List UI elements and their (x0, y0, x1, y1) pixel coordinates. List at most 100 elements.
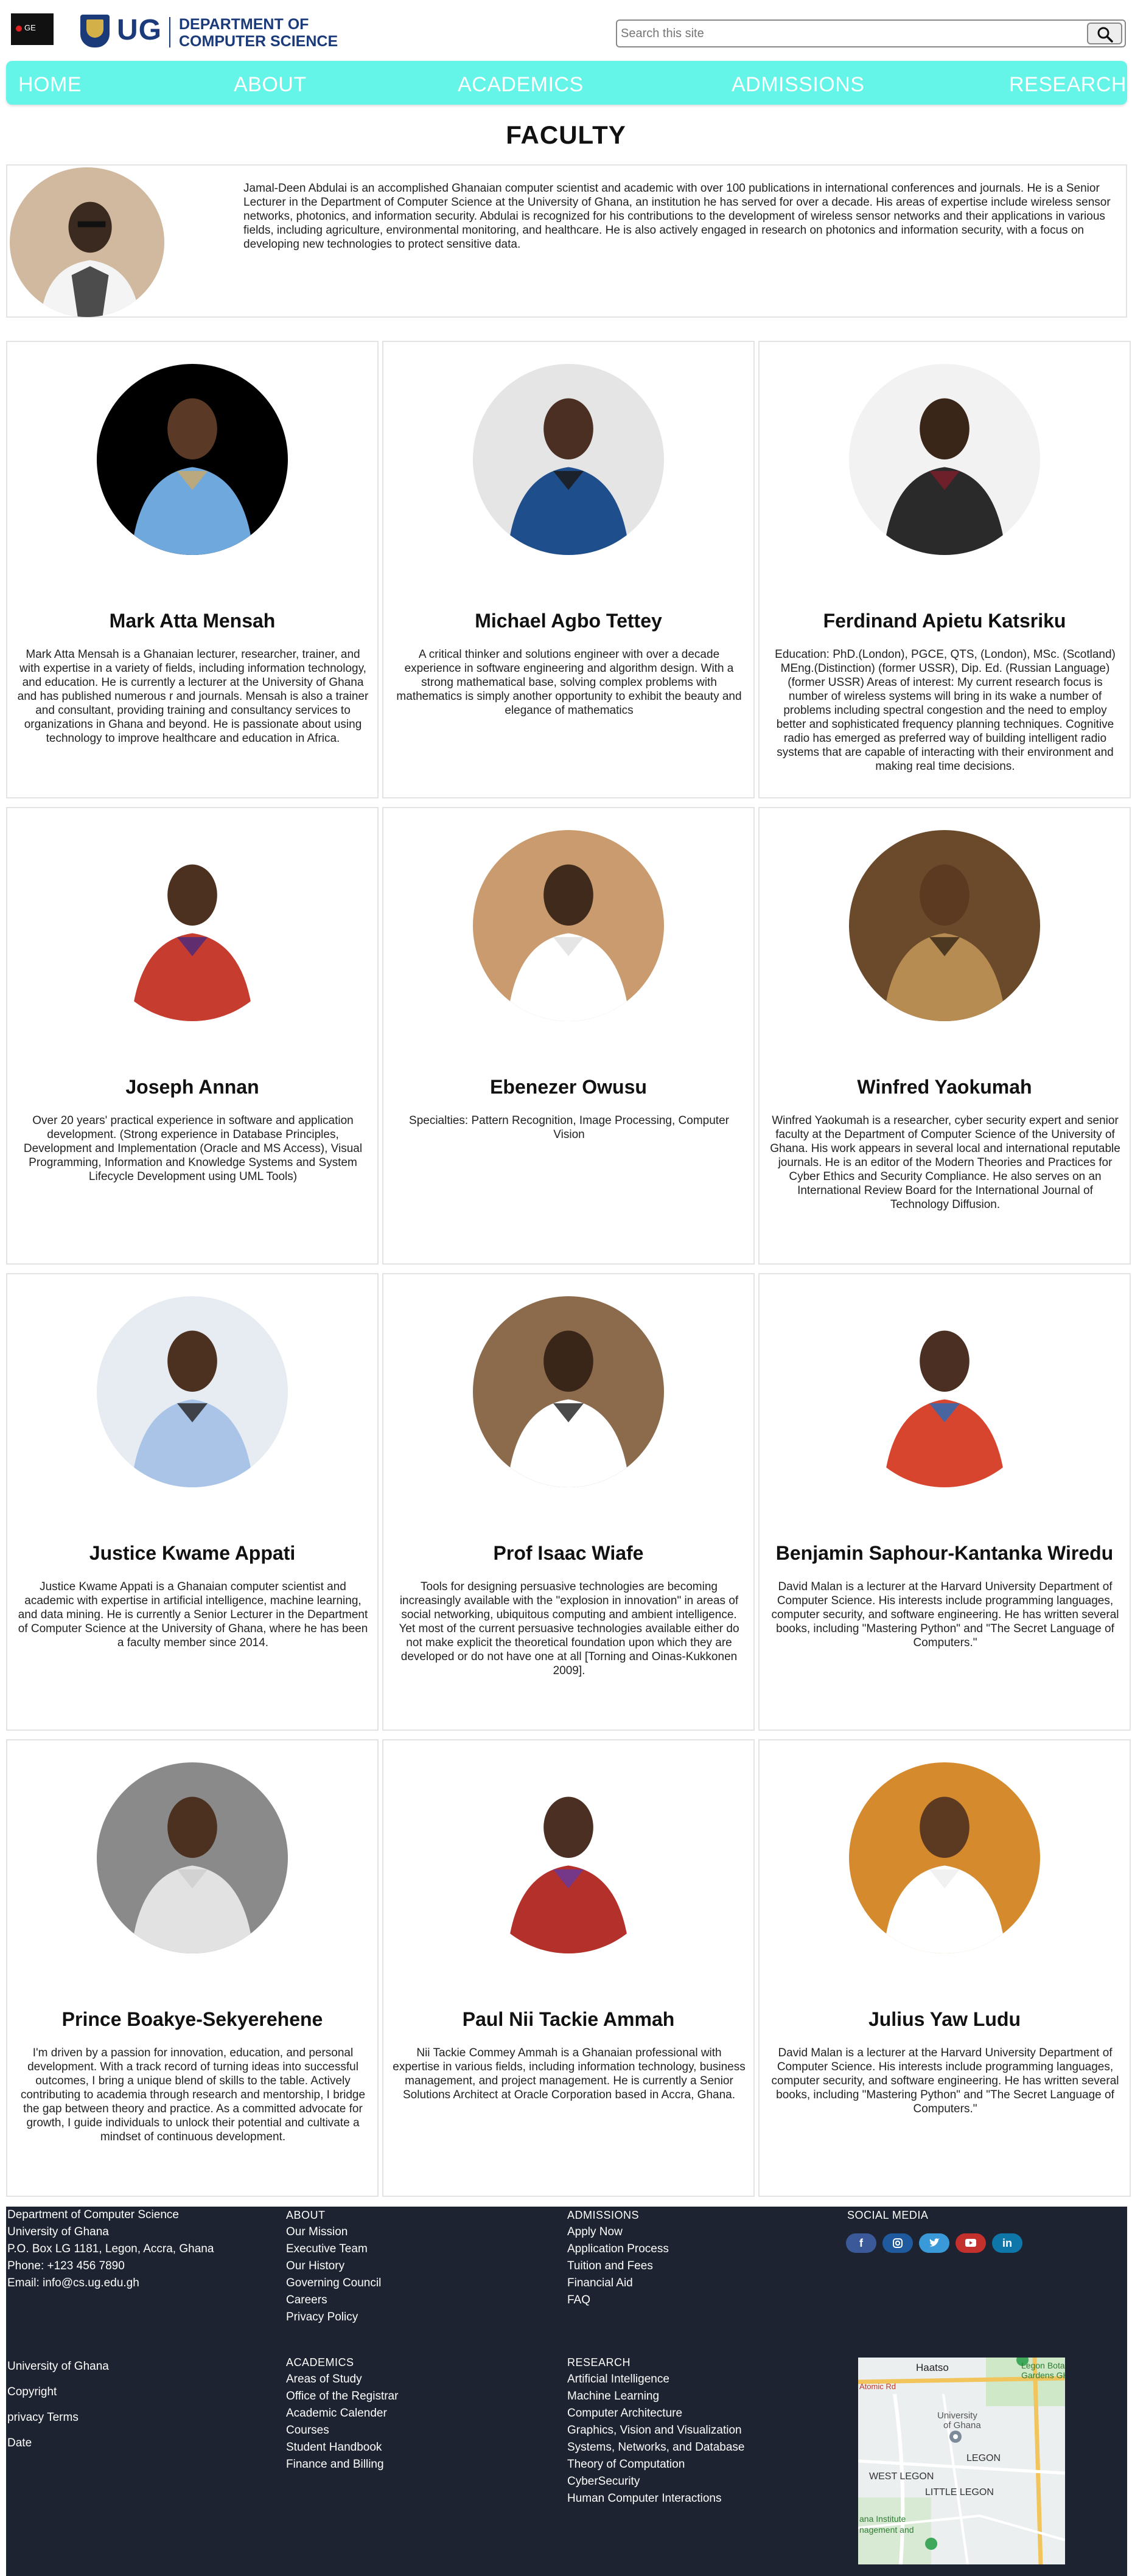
twitter-icon[interactable] (919, 2233, 949, 2253)
map-label: Haatso (916, 2362, 949, 2373)
location-map[interactable]: Haatso Legon Bota Gardens GH Atomic Rd U… (858, 2358, 1065, 2564)
faculty-card[interactable]: Paul Nii Tackie Ammah Nii Tackie Commey A… (382, 1739, 755, 2197)
instagram-icon[interactable] (882, 2233, 913, 2253)
faculty-name[interactable]: Prince Boakye-Sekyerehene (13, 2008, 371, 2031)
faculty-card[interactable]: Julius Yaw Ludu David Malan is a lecturer… (758, 1739, 1131, 2197)
faculty-bio: Specialties: Pattern Recognition, Image … (409, 1114, 729, 1141)
search-input[interactable] (621, 24, 1083, 43)
footer-link[interactable]: Tuition and Fees (567, 2258, 669, 2275)
footer-link[interactable]: Executive Team (286, 2241, 381, 2258)
faculty-card[interactable]: Benjamin Saphour-Kantanka Wiredu David Ma… (758, 1273, 1131, 1731)
footer-link[interactable]: Privacy Policy (286, 2309, 381, 2326)
map-label: LEGON (966, 2453, 1001, 2463)
facebook-icon[interactable]: f (846, 2233, 876, 2253)
faculty-card[interactable]: Mark Atta Mensah Mark Atta Mensah is a Gh… (6, 341, 379, 798)
faculty-name[interactable]: Prof Isaac Wiafe (390, 1542, 747, 1565)
faculty-name[interactable]: Michael Agbo Tettey (390, 610, 747, 632)
nav-about[interactable]: ABOUT (234, 73, 307, 97)
faculty-name[interactable]: Paul Nii Tackie Ammah (390, 2008, 747, 2031)
map-graphic: Haatso Legon Bota Gardens GH Atomic Rd U… (858, 2358, 1065, 2564)
nav-research[interactable]: RESEARCH (1009, 73, 1127, 97)
faculty-card[interactable]: Ebenezer Owusu Specialties: Pattern Recog… (382, 807, 755, 1265)
faculty-photo (849, 364, 1040, 555)
faculty-name[interactable]: Winfred Yaokumah (766, 1076, 1123, 1098)
footer-link[interactable]: Our Mission (286, 2224, 381, 2241)
faculty-bio: David Malan is a lecturer at the Harvard… (771, 2047, 1119, 2115)
faculty-photo (97, 830, 288, 1021)
footer-link[interactable]: Systems, Networks, and Database (567, 2439, 744, 2456)
faculty-card[interactable]: Joseph Annan Over 20 years' practical exp… (6, 807, 379, 1265)
footer-link[interactable]: Human Computer Interactions (567, 2490, 744, 2507)
faculty-name[interactable]: Mark Atta Mensah (13, 610, 371, 632)
footer-link[interactable]: Application Process (567, 2241, 669, 2258)
faculty-bio: Winfred Yaokumah is a researcher, cyber … (770, 1114, 1120, 1211)
university-crest-icon[interactable] (80, 15, 110, 47)
faculty-card[interactable]: Winfred Yaokumah Winfred Yaokumah is a re… (758, 807, 1131, 1265)
faculty-photo (849, 1762, 1040, 1953)
footer-legal-line: University of Ghana (7, 2360, 109, 2373)
youtube-icon[interactable] (956, 2233, 986, 2253)
footer-link[interactable]: Governing Council (286, 2275, 381, 2292)
nav-academics[interactable]: ACADEMICS (458, 73, 584, 97)
linkedin-icon[interactable]: in (992, 2233, 1022, 2253)
faculty-card[interactable]: Ferdinand Apietu Katsriku Education: PhD.… (758, 341, 1131, 798)
faculty-card[interactable]: Prince Boakye-Sekyerehene I'm driven by a… (6, 1739, 379, 2197)
faculty-name[interactable]: Justice Kwame Appati (13, 1542, 371, 1565)
footer-link[interactable]: CyberSecurity (567, 2473, 744, 2490)
map-label: nagement and (859, 2525, 914, 2535)
faculty-name[interactable]: Ebenezer Owusu (390, 1076, 747, 1098)
footer-link[interactable]: Apply Now (567, 2224, 669, 2241)
footer-link[interactable]: Academic Calender (286, 2405, 398, 2422)
ug-wordmark[interactable]: UG (117, 13, 162, 47)
faculty-name[interactable]: Julius Yaw Ludu (766, 2008, 1123, 2031)
footer-link[interactable]: Computer Architecture (567, 2405, 744, 2422)
footer-social: SOCIAL MEDIA (847, 2207, 928, 2224)
footer-contact-email[interactable]: Email: info@cs.ug.edu.gh (7, 2275, 214, 2292)
header-divider (169, 17, 170, 47)
department-line-2: COMPUTER SCIENCE (179, 33, 338, 50)
footer-link[interactable]: Finance and Billing (286, 2456, 398, 2473)
footer-link[interactable]: Graphics, Vision and Visualization (567, 2422, 744, 2439)
faculty-name[interactable]: Benjamin Saphour-Kantanka Wiredu (766, 1542, 1123, 1565)
footer-link[interactable]: Financial Aid (567, 2275, 669, 2292)
map-label: LITTLE LEGON (925, 2487, 994, 2497)
faculty-photo (97, 1762, 288, 1953)
partner-logo[interactable]: GE (11, 13, 54, 45)
footer-research: RESEARCH Artificial Intelligence Machine… (567, 2354, 744, 2507)
footer-link[interactable]: Our History (286, 2258, 381, 2275)
footer-link[interactable]: Careers (286, 2292, 381, 2309)
footer-admissions: ADMISSIONS Apply Now Application Process… (567, 2207, 669, 2309)
faculty-name[interactable]: Joseph Annan (13, 1076, 371, 1098)
footer-academics-heading: ACADEMICS (286, 2356, 354, 2368)
site-footer: Department of Computer Science Universit… (6, 2207, 1127, 2576)
faculty-bio: I'm driven by a passion for innovation, … (20, 2047, 366, 2143)
faculty-photo (849, 830, 1040, 1021)
map-label: of Ghana (943, 2420, 981, 2431)
footer-link[interactable]: FAQ (567, 2292, 669, 2309)
faculty-photo (473, 1296, 664, 1487)
footer-link[interactable]: Artificial Intelligence (567, 2371, 744, 2388)
footer-privacy-link[interactable]: privacy Terms (7, 2405, 109, 2431)
footer-link[interactable]: Theory of Computation (567, 2456, 744, 2473)
faculty-card[interactable]: Prof Isaac Wiafe Tools for designing pers… (382, 1273, 755, 1731)
faculty-card[interactable]: Justice Kwame Appati Justice Kwame Appati… (6, 1273, 379, 1731)
faculty-photo (97, 1296, 288, 1487)
footer-link[interactable]: Areas of Study (286, 2371, 398, 2388)
faculty-photo (473, 1762, 664, 1953)
featured-faculty-card: Jamal-Deen Abdulai is an accomplished Gh… (6, 164, 1127, 318)
department-name[interactable]: DEPARTMENT OF COMPUTER SCIENCE (179, 16, 338, 50)
faculty-card[interactable]: Michael Agbo Tettey A critical thinker an… (382, 341, 755, 798)
featured-faculty-photo (10, 167, 164, 317)
faculty-name[interactable]: Ferdinand Apietu Katsriku (766, 610, 1123, 632)
footer-link[interactable]: Machine Learning (567, 2388, 744, 2405)
footer-link[interactable]: Office of the Registrar (286, 2388, 398, 2405)
search-icon (1097, 27, 1113, 43)
footer-link[interactable]: Student Handbook (286, 2439, 398, 2456)
search-button[interactable] (1087, 23, 1122, 44)
footer-link[interactable]: Courses (286, 2422, 398, 2439)
nav-admissions[interactable]: ADMISSIONS (732, 73, 864, 97)
faculty-bio: Mark Atta Mensah is a Ghanaian lecturer,… (17, 648, 369, 745)
nav-home[interactable]: HOME (18, 73, 82, 97)
footer-about-heading: ABOUT (286, 2209, 326, 2221)
footer-contact-line: P.O. Box LG 1181, Legon, Accra, Ghana (7, 2243, 214, 2255)
